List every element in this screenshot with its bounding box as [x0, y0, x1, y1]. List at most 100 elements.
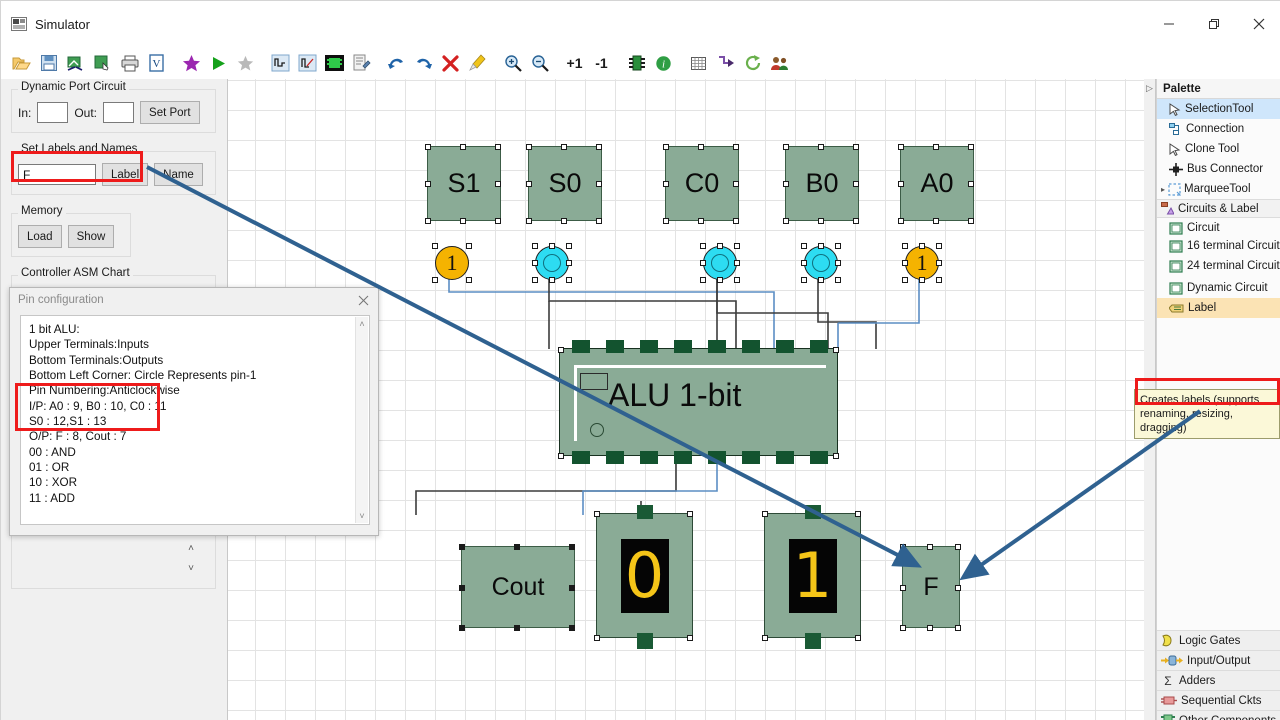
scroll-down-icon[interactable]: ˅ [359, 511, 364, 521]
save-file-icon[interactable] [36, 51, 61, 75]
zoom-in-icon[interactable] [500, 51, 525, 75]
grid-icon[interactable] [686, 51, 711, 75]
palette-item-selection-tool[interactable]: SelectionTool [1157, 99, 1280, 119]
palette-item-label[interactable]: Label [1157, 298, 1280, 318]
input-label-node[interactable]: S0 [526, 144, 602, 224]
circuit-icon [1169, 260, 1183, 273]
input-label-node[interactable]: A0 [898, 144, 974, 224]
undo-icon[interactable] [384, 51, 409, 75]
pin-configuration-body[interactable]: 1 bit ALU: Upper Terminals:Inputs Bottom… [20, 315, 370, 525]
input-label-node[interactable]: C0 [663, 144, 739, 224]
palette-section-other-components[interactable]: Other Components [1157, 710, 1280, 720]
seven-segment-node[interactable]: 1 [762, 505, 861, 649]
palette-item-clone-tool[interactable]: Clone Tool [1157, 139, 1280, 159]
name-button[interactable]: Name [154, 163, 203, 186]
input-label-node[interactable]: B0 [783, 144, 859, 224]
logic-gate-icon [1162, 634, 1172, 647]
export-circuit-icon[interactable] [63, 51, 88, 75]
expand-arrow-icon[interactable]: ▸ [1161, 185, 1165, 194]
set-port-button[interactable]: Set Port [140, 101, 200, 124]
minimize-button[interactable] [1146, 1, 1191, 47]
maximize-button[interactable] [1191, 1, 1236, 47]
switch-s1[interactable]: 1 [435, 246, 469, 280]
input-switch-node[interactable]: 1 [432, 243, 472, 283]
memory-load-button[interactable]: Load [18, 225, 62, 248]
circuit-icon [1169, 221, 1183, 235]
route-icon[interactable] [713, 51, 738, 75]
zoom-out-icon[interactable] [527, 51, 552, 75]
refresh-icon[interactable] [740, 51, 765, 75]
spinner-down-icon[interactable]: ˅ [188, 563, 194, 574]
seven-segment-node[interactable]: 0 [594, 505, 693, 649]
palette-section-logic-gates[interactable]: Logic Gates [1157, 630, 1280, 650]
title-bar: Simulator [1, 1, 1280, 47]
pin-configuration-close-button[interactable] [352, 290, 374, 310]
info-icon[interactable]: i [651, 51, 676, 75]
close-button[interactable] [1236, 1, 1280, 47]
palette-item-dynamic-circuit[interactable]: Dynamic Circuit [1157, 278, 1280, 298]
app-logo-icon [11, 17, 27, 31]
print-icon[interactable] [117, 51, 142, 75]
palette-empty-area [1157, 318, 1280, 630]
switch-s0[interactable] [535, 246, 569, 280]
highlight-icon[interactable] [465, 51, 490, 75]
increment-label: +1 [566, 55, 583, 71]
label-button[interactable]: Label [102, 163, 149, 186]
memory-show-button[interactable]: Show [67, 225, 115, 248]
palette-item-16-terminal-circuit[interactable]: 16 terminal Circuit [1157, 238, 1280, 258]
output-label-node[interactable]: Cout [459, 544, 575, 631]
input-switch-node[interactable]: 1 [902, 243, 942, 283]
palette-item-circuit[interactable]: Circuit [1157, 218, 1280, 238]
switch-a0[interactable]: 1 [905, 246, 939, 280]
palette-item-24-terminal-circuit[interactable]: 24 terminal Circuit [1157, 258, 1280, 278]
open-file-icon[interactable] [9, 51, 34, 75]
report-icon[interactable] [349, 51, 374, 75]
input-switch-node[interactable] [801, 243, 841, 283]
palette-item-label: 24 terminal Circuit [1187, 260, 1280, 272]
spinner-up-icon[interactable]: ˄ [188, 543, 194, 554]
palette-section-sequential-ckts[interactable]: Sequential Ckts [1157, 690, 1280, 710]
alu-chip[interactable]: ALU 1-bit [558, 340, 839, 464]
pin-configuration-dialog[interactable]: Pin configuration 1 bit ALU: Upper Termi… [9, 287, 379, 536]
input-output-icon [1161, 655, 1183, 666]
run-icon[interactable] [206, 51, 231, 75]
star-purple-icon[interactable] [179, 51, 204, 75]
scroll-up-icon[interactable]: ˄ [359, 319, 364, 329]
circuit-icon [1169, 240, 1183, 253]
connection-icon [1169, 122, 1179, 135]
switch-c0[interactable] [703, 246, 737, 280]
palette-section-circuits-and-label[interactable]: Circuits & Label [1157, 199, 1280, 218]
ic-icon[interactable] [624, 51, 649, 75]
palette-item-bus-connector[interactable]: Bus Connector [1157, 159, 1280, 179]
input-label-node[interactable]: S1 [425, 144, 501, 224]
clock-step-icon[interactable] [268, 51, 293, 75]
users-icon[interactable] [767, 51, 792, 75]
chip-green-icon[interactable] [322, 51, 347, 75]
decrement-icon[interactable]: -1 [589, 51, 614, 75]
redo-icon[interactable] [411, 51, 436, 75]
clock-edit-icon[interactable] [295, 51, 320, 75]
verilog-icon[interactable]: V [144, 51, 169, 75]
import-circuit-icon[interactable] [90, 51, 115, 75]
dynamic-port-out-input[interactable] [103, 102, 135, 123]
palette-expand-icon[interactable]: ▷ [1146, 83, 1153, 94]
star-gray-icon[interactable] [233, 51, 258, 75]
switch-ring-icon [812, 254, 830, 272]
palette-item-connection[interactable]: Connection [1157, 119, 1280, 139]
output-label-node[interactable]: F [900, 544, 961, 631]
cursor-icon [1169, 102, 1181, 116]
increment-icon[interactable]: +1 [562, 51, 587, 75]
pin-configuration-scrollbar[interactable]: ˄ ˅ [355, 317, 368, 523]
dynamic-port-in-input[interactable] [37, 102, 69, 123]
user-identification-spinner[interactable]: ˄ ˅ [181, 538, 201, 578]
switch-b0[interactable] [804, 246, 838, 280]
input-switch-node[interactable] [700, 243, 740, 283]
palette-item-marquee-tool[interactable]: ▸ MarqueeTool [1157, 179, 1280, 199]
input-switch-node[interactable] [532, 243, 572, 283]
user-identification-group: ˄ ˅ [11, 529, 216, 589]
palette-item-label: Bus Connector [1187, 162, 1264, 175]
palette-section-adders[interactable]: Σ Adders [1157, 670, 1280, 690]
label-text-input[interactable]: F [18, 164, 96, 185]
palette-section-input-output[interactable]: Input/Output [1157, 650, 1280, 670]
delete-icon[interactable] [438, 51, 463, 75]
